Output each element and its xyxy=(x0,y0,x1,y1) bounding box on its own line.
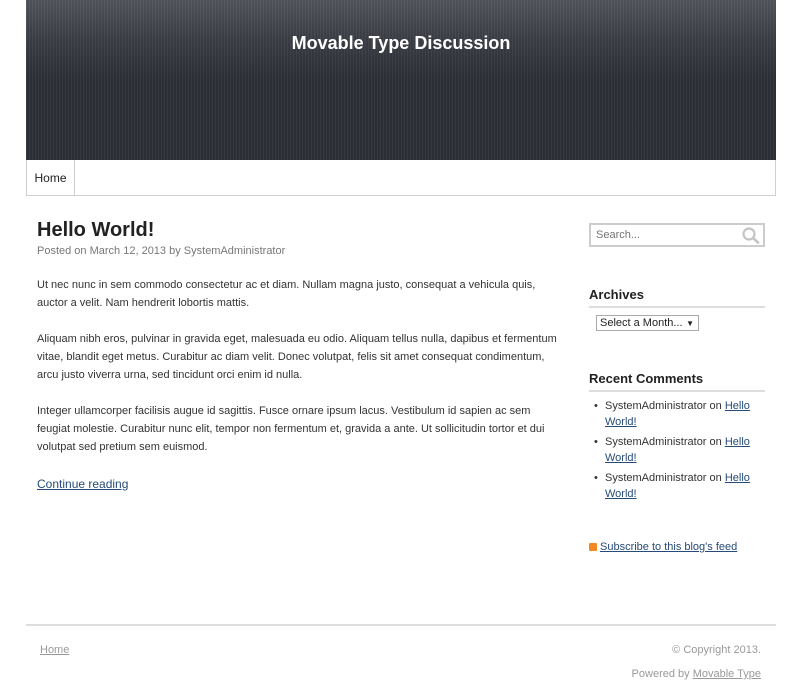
recent-comments-title: Recent Comments xyxy=(589,371,765,392)
site-title[interactable]: Movable Type Discussion xyxy=(26,33,776,54)
post-meta-prefix: Posted on xyxy=(37,245,87,257)
post-author-link[interactable]: SystemAdministrator xyxy=(184,245,285,257)
recent-comments-list: • SystemAdministrator on Hello World! • … xyxy=(593,398,763,506)
post-date-link[interactable]: March 12, 2013 xyxy=(90,245,166,257)
comment-author: SystemAdministrator xyxy=(605,472,707,484)
search-input[interactable] xyxy=(596,225,741,245)
post-paragraph: Aliquam nibh eros, pulvinar in gravida e… xyxy=(37,333,557,381)
footer-divider xyxy=(26,624,776,626)
comment-on: on xyxy=(709,436,722,448)
post-meta: Posted on March 12, 2013 by SystemAdmini… xyxy=(37,245,285,257)
comment-author: SystemAdministrator xyxy=(605,436,707,448)
archives-title: Archives xyxy=(589,287,765,308)
footer-copyright: © Copyright 2013. xyxy=(672,644,761,656)
search-box xyxy=(589,223,765,247)
footer-home-link[interactable]: Home xyxy=(40,644,69,656)
archives-select[interactable]: Select a Month... ▼ xyxy=(596,315,699,331)
comment-item: • SystemAdministrator on Hello World! xyxy=(593,434,763,466)
rss-icon xyxy=(589,543,597,551)
search-icon[interactable] xyxy=(741,226,761,244)
post-paragraph: Ut nec nunc in sem commodo consectetur a… xyxy=(37,279,536,309)
bullet-icon: • xyxy=(594,472,598,484)
comment-on: on xyxy=(709,472,722,484)
archives-select-value: Select a Month... xyxy=(600,317,683,329)
powered-prefix: Powered by xyxy=(631,668,690,680)
main-nav: Home xyxy=(26,160,776,196)
continue-reading-link[interactable]: Continue reading xyxy=(37,477,128,491)
comment-author: SystemAdministrator xyxy=(605,400,707,412)
bullet-icon: • xyxy=(594,436,598,448)
post-title[interactable]: Hello World! xyxy=(37,219,154,242)
chevron-down-icon: ▼ xyxy=(686,319,694,328)
site-header: Movable Type Discussion xyxy=(26,0,776,160)
feed-subscribe: Subscribe to this blog's feed xyxy=(589,541,737,553)
post-paragraph: Integer ullamcorper facilisis augue id s… xyxy=(37,405,545,453)
post-meta-by: by xyxy=(169,245,181,257)
bullet-icon: • xyxy=(594,400,598,412)
movable-type-link[interactable]: Movable Type xyxy=(693,668,761,680)
comment-on: on xyxy=(709,400,722,412)
footer-powered-by: Powered by Movable Type xyxy=(632,668,761,680)
comment-item: • SystemAdministrator on Hello World! xyxy=(593,470,763,502)
nav-item-home[interactable]: Home xyxy=(27,160,75,195)
comment-item: • SystemAdministrator on Hello World! xyxy=(593,398,763,430)
subscribe-feed-link[interactable]: Subscribe to this blog's feed xyxy=(600,541,737,553)
post-body: Ut nec nunc in sem commodo consectetur a… xyxy=(37,276,557,474)
